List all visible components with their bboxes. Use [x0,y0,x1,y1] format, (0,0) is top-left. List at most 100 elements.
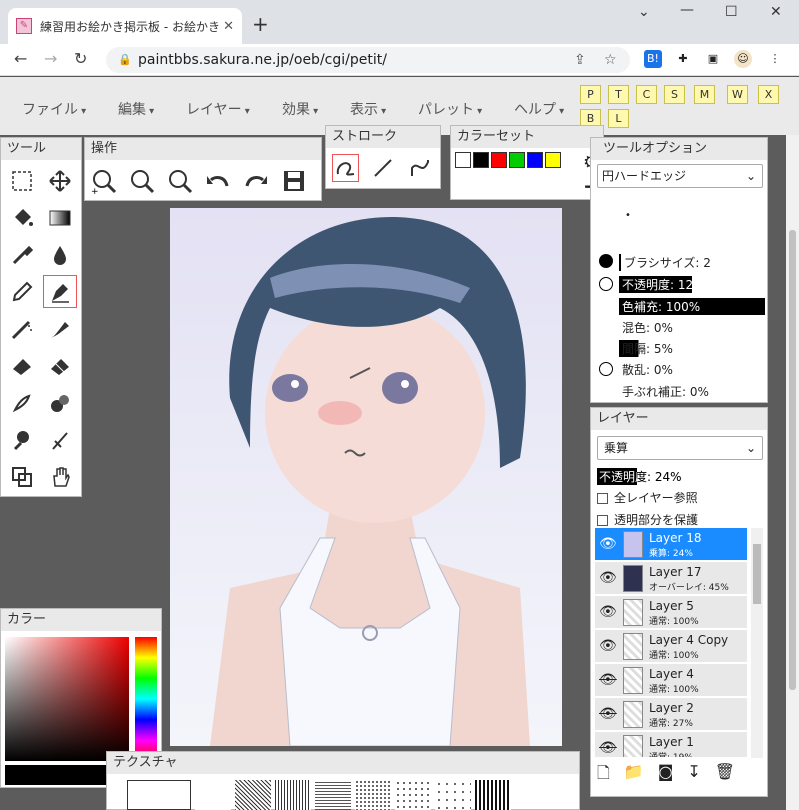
brush-type-select[interactable]: 円ハードエッジ ⌄ [597,164,763,188]
eye-hidden-icon[interactable]: 👁 [599,706,617,722]
save-icon[interactable] [279,166,309,196]
close-window-icon[interactable]: ✕ [770,4,782,20]
texture-dots-sparse[interactable] [395,780,431,810]
layer-row[interactable]: 👁 Layer 2 通常: 27% [595,698,747,731]
layer-row[interactable]: 👁 Layer 1 通常: 19% [595,732,747,758]
stabilizer-slider[interactable]: 手ぶれ補正: 0% [619,383,759,400]
line-stroke-icon[interactable] [367,152,398,184]
eye-hidden-icon[interactable]: 👁 [599,740,617,756]
tab-close-icon[interactable]: ✕ [223,19,234,34]
text-tool[interactable] [41,421,79,458]
eyedropper-tool[interactable] [3,236,41,273]
swatch-red[interactable] [491,152,507,168]
undo-icon[interactable] [203,166,233,196]
zoom-out-icon[interactable] [127,166,157,196]
new-tab-icon[interactable]: + [252,12,269,36]
panel-toggle-m[interactable]: M [694,85,715,104]
forward-icon[interactable]: → [44,49,57,68]
panel-toggle-s[interactable]: S [664,85,685,104]
airbrush-tool[interactable] [3,310,41,347]
texture-horizontal[interactable] [315,780,351,810]
fill-bucket-tool[interactable] [3,199,41,236]
layer-list-scrollbar[interactable] [751,528,763,758]
blend-slider[interactable]: 混色: 0% [619,319,759,336]
minimize-icon[interactable]: — [680,2,694,18]
page-scrollbar-thumb[interactable] [789,230,796,690]
move-tool[interactable] [41,162,79,199]
spacing-slider[interactable]: 間隔: 5% [619,340,759,357]
swatch-white[interactable] [455,152,471,168]
browser-tab[interactable]: ✎ 練習用お絵かき掲示板 - お絵かき ✕ [8,8,242,44]
hand-tool[interactable] [41,458,79,495]
menu-edit[interactable]: 編集 [118,99,154,119]
texture-stripes[interactable] [475,780,511,810]
layer-row[interactable]: 👁 Layer 4 通常: 100% [595,664,747,697]
back-icon[interactable]: ← [14,49,27,68]
eye-open-icon[interactable]: 👁 [599,536,617,552]
layer-row[interactable]: 👁 Layer 18 乗算: 24% [595,528,747,561]
color-fill-slider[interactable]: 色補充: 100% [619,298,765,315]
bookmark-star-icon[interactable]: ☆ [604,47,617,73]
eraser-tool[interactable] [3,347,41,384]
panel-toggle-p[interactable]: P [580,85,601,104]
blur-drop-tool[interactable] [41,236,79,273]
menu-help[interactable]: ヘルプ [514,99,564,119]
drawing-canvas[interactable] [170,208,562,746]
menu-file[interactable]: ファイル [22,99,86,119]
layer-row[interactable]: 👁 Layer 4 Copy 通常: 100% [595,630,747,663]
swatch-green[interactable] [509,152,525,168]
mask-icon[interactable]: ◙ [658,762,674,789]
hue-slider[interactable] [135,637,157,761]
layer-row[interactable]: 👁 Layer 17 オーバーレイ: 45% [595,562,747,595]
brush-tool[interactable] [41,310,79,347]
menu-palette[interactable]: パレット [418,99,482,119]
copy-transform-tool[interactable] [3,458,41,495]
page-scrollbar[interactable] [786,135,799,810]
panel-toggle-l[interactable]: L [608,109,629,128]
texture-diagonal[interactable] [235,780,271,810]
lasso-tool[interactable] [3,421,41,458]
rect-select-tool[interactable] [3,162,41,199]
ref-all-layers-checkbox[interactable]: 全レイヤー参照 [597,489,698,506]
menu-effects[interactable]: 効果 [282,99,318,119]
eye-open-icon[interactable]: 👁 [599,638,617,654]
folder-icon[interactable]: 📁 [624,762,644,789]
brush-size-slider[interactable]: ブラシサイズ: 2 [619,254,759,271]
zoom-100-icon[interactable] [165,166,195,196]
swatch-black[interactable] [473,152,489,168]
texture-vertical[interactable] [275,780,311,810]
reload-icon[interactable]: ↻ [74,49,87,68]
panel-toggle-t[interactable]: T [608,85,629,104]
redo-icon[interactable] [241,166,271,196]
texture-none[interactable] [127,780,191,810]
hatena-bookmark-icon[interactable]: B! [644,50,662,68]
menu-layer[interactable]: レイヤー [186,99,250,119]
zoom-in-icon[interactable]: + [89,166,119,196]
new-layer-icon[interactable]: 🗋 [597,762,610,789]
maximize-icon[interactable]: ☐ [725,4,738,20]
curve-stroke-icon[interactable] [405,152,436,184]
side-panel-icon[interactable]: ▣ [704,50,722,68]
profile-avatar[interactable]: ☺ [734,50,752,68]
texture-dots[interactable] [355,780,391,810]
scrollbar-thumb[interactable] [753,544,761,604]
trash-icon[interactable]: 🗑 [715,762,735,789]
panel-toggle-c[interactable]: C [636,85,657,104]
pen-tool[interactable] [41,273,79,310]
gradient-tool[interactable] [41,199,79,236]
panel-toggle-x[interactable]: X [758,85,779,104]
layer-opacity-slider[interactable]: 不透明度: 24% [597,468,763,485]
scatter-radio-icon[interactable] [599,362,613,376]
opacity-slider[interactable]: 不透明度: 128 [619,276,759,293]
merge-down-icon[interactable]: ↧ [687,762,700,789]
freehand-stroke-icon[interactable] [330,152,361,184]
extensions-puzzle-icon[interactable]: ✚ [674,50,692,68]
pencil-tool[interactable] [3,273,41,310]
share-icon[interactable]: ⇪ [574,47,586,73]
url-field[interactable]: 🔒 paintbbs.sakura.ne.jp/oeb/cgi/petit/ ⇪… [106,47,630,73]
smudge-tool[interactable] [3,384,41,421]
kebab-menu-icon[interactable]: ⋮ [766,50,784,68]
blend-mode-select[interactable]: 乗算 ⌄ [597,436,763,460]
mixer-tool[interactable] [41,384,79,421]
swatch-blue[interactable] [527,152,543,168]
